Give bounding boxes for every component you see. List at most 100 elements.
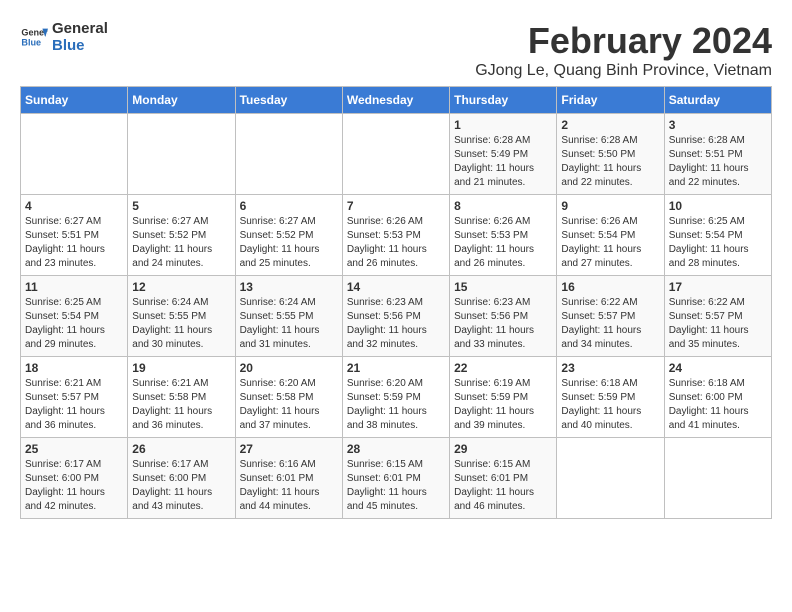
day-number: 24 (669, 361, 767, 375)
calendar-day-cell: 7 Sunrise: 6:26 AM Sunset: 5:53 PM Daylig… (342, 195, 449, 276)
day-detail: Sunrise: 6:18 AM Sunset: 6:00 PM Dayligh… (669, 377, 767, 433)
day-detail: Sunrise: 6:22 AM Sunset: 5:57 PM Dayligh… (669, 296, 767, 352)
calendar-day-cell: 21 Sunrise: 6:20 AM Sunset: 5:59 PM Dayli… (342, 357, 449, 438)
day-number: 8 (454, 199, 552, 213)
calendar-day-cell (557, 438, 664, 519)
calendar-day-cell: 1 Sunrise: 6:28 AM Sunset: 5:49 PM Daylig… (450, 114, 557, 195)
weekday-header: Sunday (21, 87, 128, 114)
svg-text:Blue: Blue (21, 37, 41, 47)
weekday-header: Thursday (450, 87, 557, 114)
logo-icon: General Blue (20, 23, 48, 51)
day-number: 28 (347, 442, 445, 456)
day-detail: Sunrise: 6:25 AM Sunset: 5:54 PM Dayligh… (25, 296, 123, 352)
day-detail: Sunrise: 6:21 AM Sunset: 5:57 PM Dayligh… (25, 377, 123, 433)
day-number: 4 (25, 199, 123, 213)
day-number: 15 (454, 280, 552, 294)
day-number: 26 (132, 442, 230, 456)
calendar-day-cell: 6 Sunrise: 6:27 AM Sunset: 5:52 PM Daylig… (235, 195, 342, 276)
calendar-day-cell (664, 438, 771, 519)
day-detail: Sunrise: 6:20 AM Sunset: 5:59 PM Dayligh… (347, 377, 445, 433)
day-number: 9 (561, 199, 659, 213)
calendar-day-cell (128, 114, 235, 195)
day-number: 11 (25, 280, 123, 294)
weekday-header: Wednesday (342, 87, 449, 114)
page-header: General Blue General Blue February 2024 … (20, 20, 772, 80)
day-detail: Sunrise: 6:19 AM Sunset: 5:59 PM Dayligh… (454, 377, 552, 433)
day-detail: Sunrise: 6:17 AM Sunset: 6:00 PM Dayligh… (132, 458, 230, 514)
weekday-header: Tuesday (235, 87, 342, 114)
day-number: 13 (240, 280, 338, 294)
day-number: 20 (240, 361, 338, 375)
calendar-day-cell: 28 Sunrise: 6:15 AM Sunset: 6:01 PM Dayli… (342, 438, 449, 519)
day-number: 5 (132, 199, 230, 213)
day-detail: Sunrise: 6:27 AM Sunset: 5:52 PM Dayligh… (240, 215, 338, 271)
day-detail: Sunrise: 6:22 AM Sunset: 5:57 PM Dayligh… (561, 296, 659, 352)
day-number: 3 (669, 118, 767, 132)
calendar-day-cell (21, 114, 128, 195)
calendar-week-row: 1 Sunrise: 6:28 AM Sunset: 5:49 PM Daylig… (21, 114, 772, 195)
logo-blue: Blue (52, 37, 85, 54)
calendar-day-cell: 4 Sunrise: 6:27 AM Sunset: 5:51 PM Daylig… (21, 195, 128, 276)
day-number: 21 (347, 361, 445, 375)
day-number: 7 (347, 199, 445, 213)
calendar-day-cell: 15 Sunrise: 6:23 AM Sunset: 5:56 PM Dayli… (450, 276, 557, 357)
calendar-day-cell: 8 Sunrise: 6:26 AM Sunset: 5:53 PM Daylig… (450, 195, 557, 276)
day-number: 12 (132, 280, 230, 294)
calendar-day-cell: 11 Sunrise: 6:25 AM Sunset: 5:54 PM Dayli… (21, 276, 128, 357)
day-number: 14 (347, 280, 445, 294)
day-number: 2 (561, 118, 659, 132)
day-detail: Sunrise: 6:23 AM Sunset: 5:56 PM Dayligh… (347, 296, 445, 352)
calendar-day-cell: 22 Sunrise: 6:19 AM Sunset: 5:59 PM Dayli… (450, 357, 557, 438)
day-detail: Sunrise: 6:18 AM Sunset: 5:59 PM Dayligh… (561, 377, 659, 433)
calendar-day-cell: 20Sunrise: 6:20 AM Sunset: 5:58 PM Dayli… (235, 357, 342, 438)
calendar-day-cell: 23 Sunrise: 6:18 AM Sunset: 5:59 PM Dayli… (557, 357, 664, 438)
month-year-title: February 2024 (475, 20, 772, 62)
day-detail: Sunrise: 6:17 AM Sunset: 6:00 PM Dayligh… (25, 458, 123, 514)
day-number: 10 (669, 199, 767, 213)
calendar-table: SundayMondayTuesdayWednesdayThursdayFrid… (20, 86, 772, 519)
calendar-day-cell: 25Sunrise: 6:17 AM Sunset: 6:00 PM Dayli… (21, 438, 128, 519)
calendar-day-cell: 14 Sunrise: 6:23 AM Sunset: 5:56 PM Dayli… (342, 276, 449, 357)
logo-general: General (52, 20, 108, 37)
calendar-week-row: 25Sunrise: 6:17 AM Sunset: 6:00 PM Dayli… (21, 438, 772, 519)
day-number: 6 (240, 199, 338, 213)
day-detail: Sunrise: 6:15 AM Sunset: 6:01 PM Dayligh… (454, 458, 552, 514)
weekday-header: Saturday (664, 87, 771, 114)
weekday-header: Monday (128, 87, 235, 114)
day-detail: Sunrise: 6:26 AM Sunset: 5:53 PM Dayligh… (454, 215, 552, 271)
calendar-day-cell: 29Sunrise: 6:15 AM Sunset: 6:01 PM Dayli… (450, 438, 557, 519)
calendar-day-cell: 16 Sunrise: 6:22 AM Sunset: 5:57 PM Dayli… (557, 276, 664, 357)
day-detail: Sunrise: 6:16 AM Sunset: 6:01 PM Dayligh… (240, 458, 338, 514)
day-detail: Sunrise: 6:26 AM Sunset: 5:53 PM Dayligh… (347, 215, 445, 271)
calendar-week-row: 11 Sunrise: 6:25 AM Sunset: 5:54 PM Dayli… (21, 276, 772, 357)
day-detail: Sunrise: 6:15 AM Sunset: 6:01 PM Dayligh… (347, 458, 445, 514)
day-detail: Sunrise: 6:26 AM Sunset: 5:54 PM Dayligh… (561, 215, 659, 271)
day-detail: Sunrise: 6:27 AM Sunset: 5:51 PM Dayligh… (25, 215, 123, 271)
day-detail: Sunrise: 6:24 AM Sunset: 5:55 PM Dayligh… (132, 296, 230, 352)
calendar-day-cell: 5 Sunrise: 6:27 AM Sunset: 5:52 PM Daylig… (128, 195, 235, 276)
day-number: 22 (454, 361, 552, 375)
day-number: 16 (561, 280, 659, 294)
day-number: 23 (561, 361, 659, 375)
day-number: 17 (669, 280, 767, 294)
calendar-day-cell: 27 Sunrise: 6:16 AM Sunset: 6:01 PM Dayli… (235, 438, 342, 519)
day-detail: Sunrise: 6:25 AM Sunset: 5:54 PM Dayligh… (669, 215, 767, 271)
day-number: 27 (240, 442, 338, 456)
title-area: February 2024 GJong Le, Quang Binh Provi… (475, 20, 772, 80)
calendar-day-cell: 18Sunrise: 6:21 AM Sunset: 5:57 PM Dayli… (21, 357, 128, 438)
day-detail: Sunrise: 6:27 AM Sunset: 5:52 PM Dayligh… (132, 215, 230, 271)
calendar-day-cell: 17 Sunrise: 6:22 AM Sunset: 5:57 PM Dayli… (664, 276, 771, 357)
day-detail: Sunrise: 6:23 AM Sunset: 5:56 PM Dayligh… (454, 296, 552, 352)
day-detail: Sunrise: 6:21 AM Sunset: 5:58 PM Dayligh… (132, 377, 230, 433)
day-detail: Sunrise: 6:28 AM Sunset: 5:51 PM Dayligh… (669, 134, 767, 190)
calendar-day-cell: 9 Sunrise: 6:26 AM Sunset: 5:54 PM Daylig… (557, 195, 664, 276)
calendar-day-cell: 3 Sunrise: 6:28 AM Sunset: 5:51 PM Daylig… (664, 114, 771, 195)
calendar-day-cell: 2Sunrise: 6:28 AM Sunset: 5:50 PM Daylig… (557, 114, 664, 195)
calendar-day-cell: 24 Sunrise: 6:18 AM Sunset: 6:00 PM Dayli… (664, 357, 771, 438)
calendar-day-cell (342, 114, 449, 195)
day-number: 1 (454, 118, 552, 132)
calendar-day-cell: 12 Sunrise: 6:24 AM Sunset: 5:55 PM Dayli… (128, 276, 235, 357)
day-number: 19 (132, 361, 230, 375)
calendar-week-row: 18Sunrise: 6:21 AM Sunset: 5:57 PM Dayli… (21, 357, 772, 438)
day-detail: Sunrise: 6:28 AM Sunset: 5:49 PM Dayligh… (454, 134, 552, 190)
